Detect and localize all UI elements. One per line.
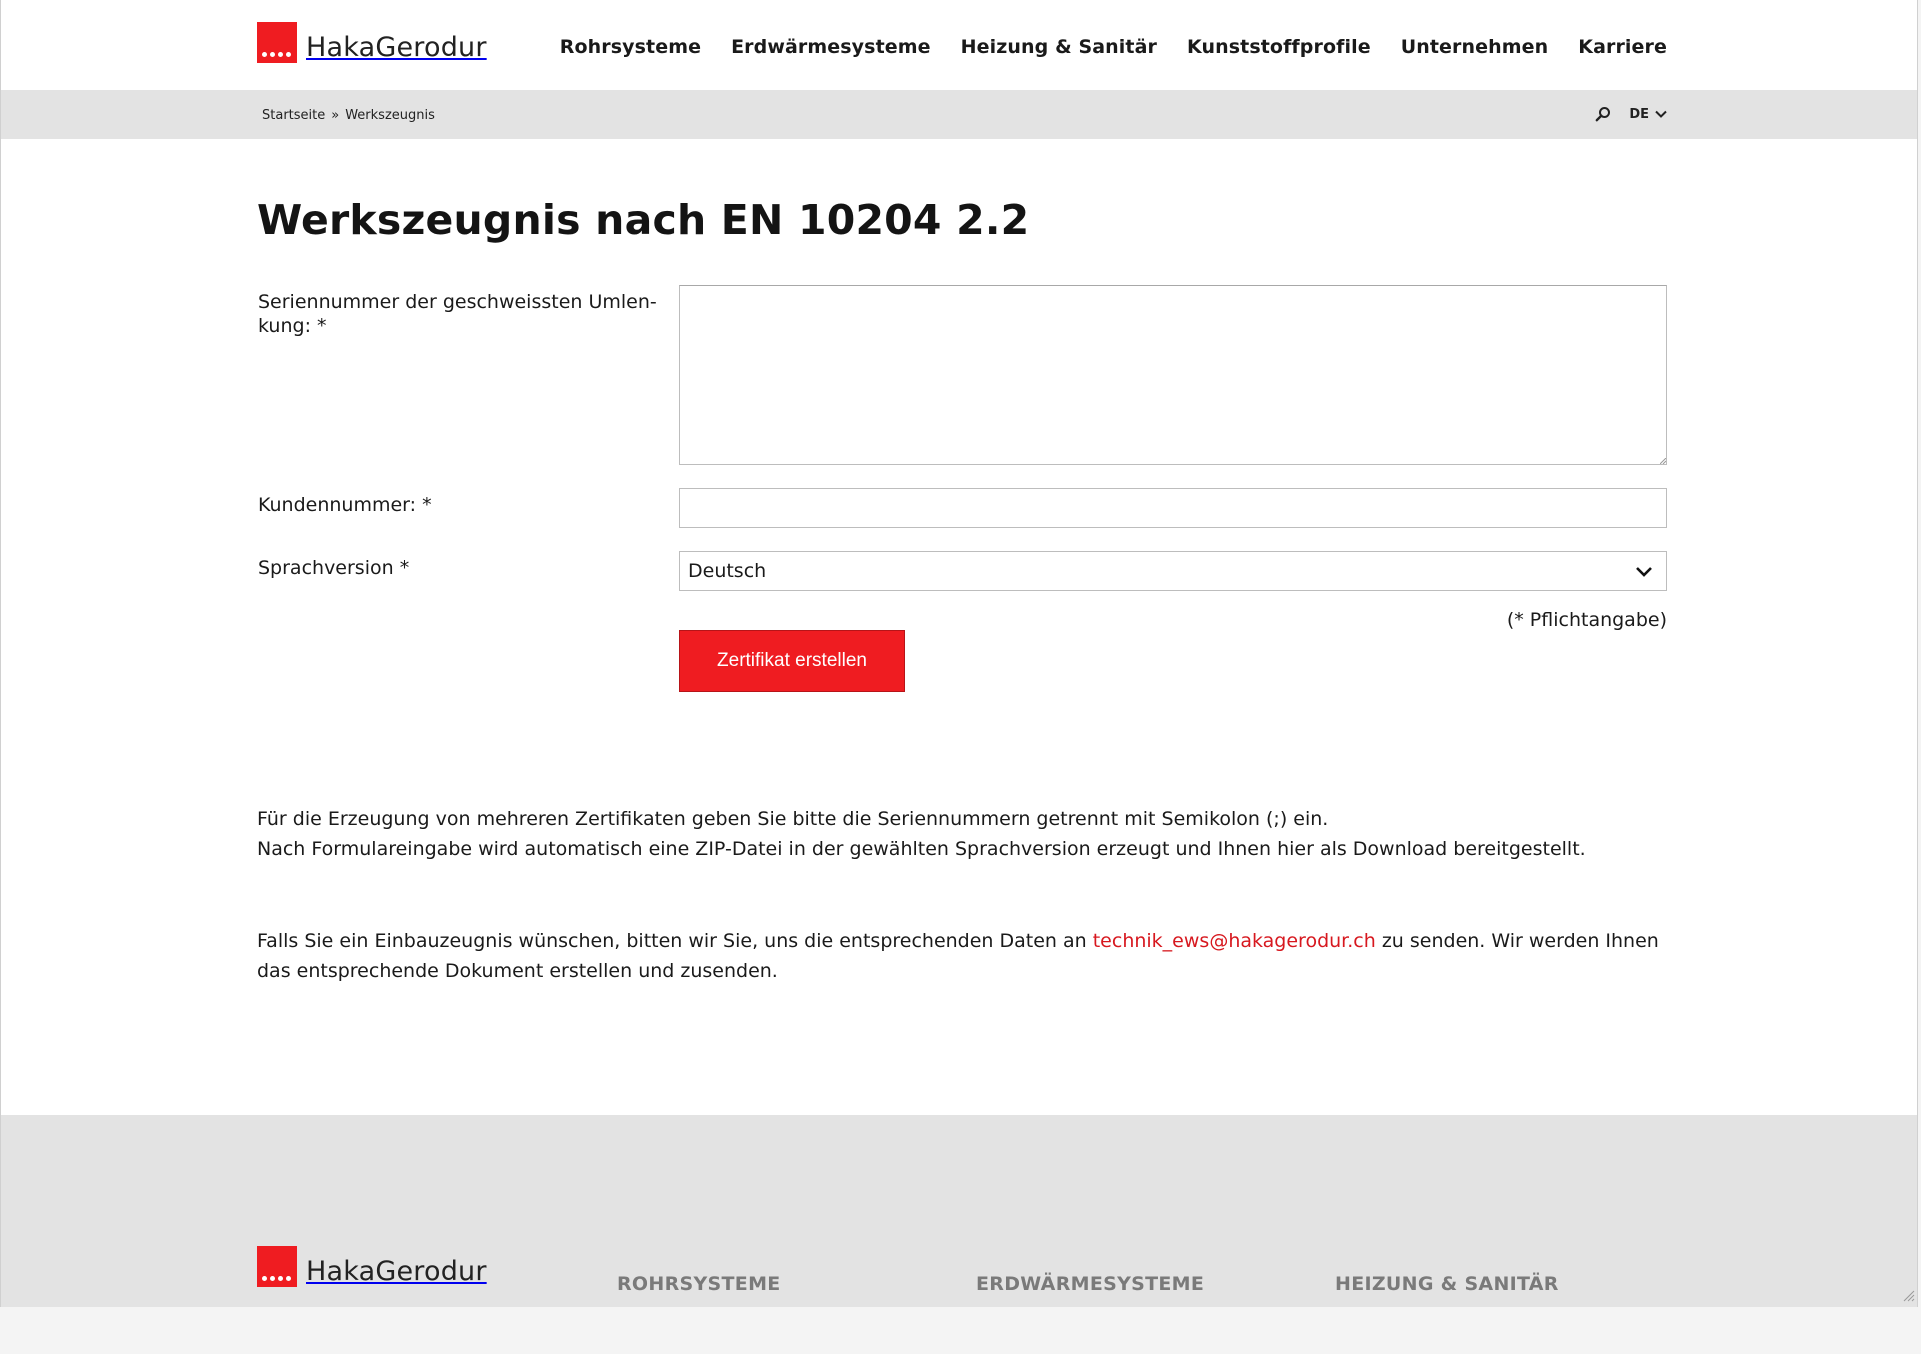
footer-column-erdwaermesysteme[interactable]: ERDWÄRMESYSTEME [976, 1273, 1204, 1295]
info-text-multiple: Für die Erzeugung von mehreren Zertifika… [257, 804, 1667, 864]
serial-number-label: Seriennummer der geschweissten Umlen- ku… [258, 290, 657, 338]
window-resize-icon[interactable] [1903, 1290, 1915, 1302]
resize-grip-icon[interactable] [1660, 458, 1666, 464]
serial-number-textarea[interactable] [679, 285, 1667, 465]
footer-column-heizung-sanitaer[interactable]: HEIZUNG & SANITÄR [1335, 1273, 1559, 1295]
page-viewport: HakaGerodur Rohrsysteme Erdwärmesysteme … [0, 0, 1918, 1307]
create-certificate-button[interactable]: Zertifikat erstellen [679, 630, 905, 692]
customer-number-label: Kundennummer: * [258, 494, 432, 516]
info-text-contact: Falls Sie ein Einbauzeugnis wünschen, bi… [257, 926, 1667, 986]
language-version-label: Sprachversion * [258, 557, 410, 579]
serial-number-label-line2: kung: * [258, 315, 327, 337]
info-line-1: Für die Erzeugung von mehreren Zertifika… [257, 808, 1329, 830]
footer-column-rohrsysteme[interactable]: ROHRSYSTEME [617, 1273, 781, 1295]
footer-brand-logo[interactable]: HakaGerodur [257, 1246, 487, 1287]
footer-brand-name: HakaGerodur [306, 1256, 487, 1287]
customer-number-input[interactable] [679, 488, 1667, 528]
required-note: (* Pflichtangabe) [1506, 609, 1667, 631]
language-version-value: Deutsch [688, 560, 767, 582]
page-title: Werkszeugnis nach EN 10204 2.2 [257, 196, 1030, 244]
chevron-down-icon [1636, 567, 1652, 577]
main-content: Werkszeugnis nach EN 10204 2.2 Seriennum… [257, 0, 1667, 1115]
language-version-select[interactable]: Deutsch [679, 551, 1667, 591]
site-footer: HakaGerodur ROHRSYSTEME ERDWÄRMESYSTEME … [1, 1115, 1917, 1307]
info-line-2: Nach Formulareingabe wird automatisch ei… [257, 838, 1586, 860]
contact-text-before: Falls Sie ein Einbauzeugnis wünschen, bi… [257, 930, 1093, 952]
contact-email-link[interactable]: technik_ews@hakagerodur.ch [1093, 930, 1376, 952]
serial-number-label-line1: Seriennummer der geschweissten Umlen- [258, 291, 657, 313]
logo-mark-icon [257, 1246, 297, 1287]
